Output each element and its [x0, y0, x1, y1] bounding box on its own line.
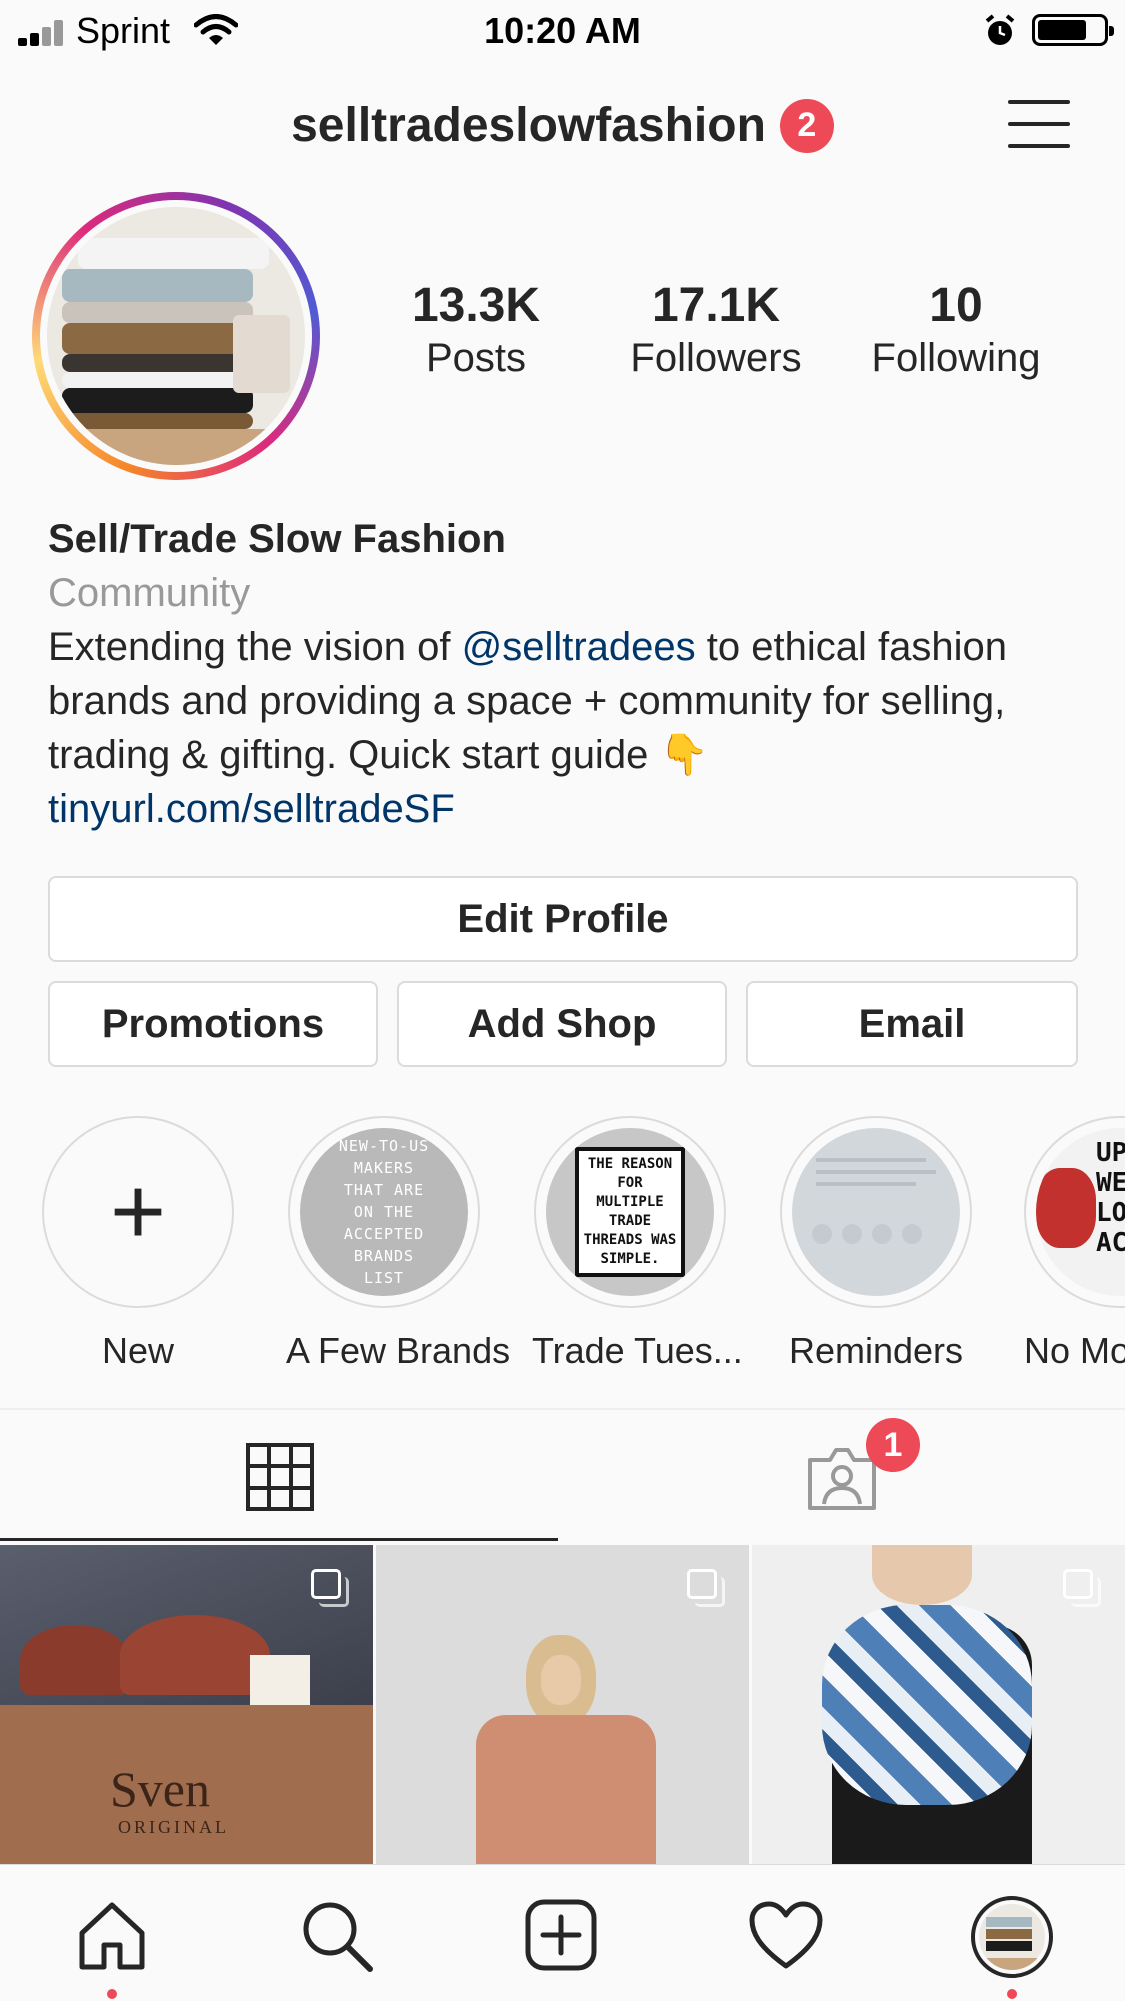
highlight-trade-tues[interactable]: THE REASON FOR MULTIPLE TRADE THREADS WA…: [532, 1116, 743, 1372]
home-activity-dot: [107, 1989, 117, 1999]
add-post-icon: [525, 1899, 597, 1971]
promotions-button[interactable]: Promotions: [48, 981, 378, 1067]
username-title[interactable]: selltradeslowfashion: [291, 98, 766, 153]
display-name: Sell/Trade Slow Fashion: [48, 517, 506, 561]
nav-activity[interactable]: [746, 1895, 826, 1975]
battery-icon: [1032, 14, 1114, 46]
status-bar: Sprint 10:20 AM: [0, 0, 1125, 60]
bottom-navigation: [0, 1864, 1125, 2001]
multiple-photos-icon: [687, 1569, 727, 1609]
nav-profile[interactable]: [970, 1895, 1054, 1979]
nav-home[interactable]: [72, 1895, 152, 1975]
grid-icon: [246, 1443, 314, 1511]
profile-avatar-small: [971, 1896, 1053, 1978]
mention-link[interactable]: @selltradees: [462, 625, 696, 669]
followers-label: Followers: [630, 335, 802, 380]
edit-profile-button[interactable]: Edit Profile: [48, 876, 1078, 962]
email-button[interactable]: Email: [746, 981, 1078, 1067]
post-thumb-subtext: ORIGINAL: [118, 1817, 229, 1837]
plus-icon: +: [109, 1158, 167, 1265]
highlight-thumb-text: UPD WE'R LONG ACCEP: [1096, 1138, 1125, 1258]
active-tab-indicator: [0, 1538, 558, 1541]
search-icon: [303, 1902, 373, 1972]
notification-badge[interactable]: 2: [779, 98, 834, 153]
nav-search[interactable]: [296, 1895, 376, 1975]
bio-website-link[interactable]: tinyurl.com/selltradeSF: [48, 782, 1088, 836]
highlight-reminders[interactable]: Reminders: [778, 1116, 974, 1372]
highlight-label: New: [101, 1330, 175, 1371]
tagged-notification-badge: 1: [866, 1418, 920, 1472]
bio-text: Extending the vision of @selltradees to …: [48, 620, 1088, 782]
highlight-label: Reminders: [788, 1330, 964, 1371]
highlight-thumbnail: UPD WE'R LONG ACCEP: [1036, 1128, 1125, 1296]
nav-create-post[interactable]: [521, 1895, 601, 1975]
avatar-image: [47, 207, 305, 465]
post-thumbnail[interactable]: [376, 1545, 749, 1865]
following-count: 10: [929, 279, 983, 332]
highlight-a-few-brands[interactable]: NEW-TO-US MAKERS THAT ARE ON THE ACCEPTE…: [286, 1116, 511, 1372]
profile-header: selltradeslowfashion 2: [0, 98, 1125, 153]
hamburger-menu-icon[interactable]: [1008, 98, 1070, 150]
profile-activity-dot: [1007, 1989, 1017, 1999]
tagged-photos-icon: [808, 1448, 876, 1510]
posts-count: 13.3K: [411, 279, 541, 332]
category-label: Community: [48, 571, 251, 615]
alarm-icon: [985, 14, 1015, 45]
post-thumb-text: Sven: [110, 1761, 210, 1817]
multiple-photos-icon: [1063, 1569, 1103, 1609]
clock-time: 10:20 AM: [484, 10, 641, 51]
highlight-label: No Mor: [1024, 1330, 1125, 1371]
stat-posts[interactable]: 13.3K Posts: [376, 279, 576, 383]
multiple-photos-icon: [311, 1569, 351, 1609]
profile-bio: Sell/Trade Slow Fashion Community Extend…: [48, 512, 1088, 836]
bio-text-start: Extending the vision of: [48, 625, 462, 669]
highlight-label: Trade Tues...: [532, 1330, 743, 1371]
highlight-new[interactable]: + New: [40, 1116, 236, 1372]
highlight-label: A Few Brands: [286, 1330, 511, 1371]
followers-count: 17.1K: [651, 279, 781, 332]
heart-icon: [749, 1901, 823, 1969]
posts-label: Posts: [425, 335, 527, 380]
stat-following[interactable]: 10 Following: [856, 279, 1056, 383]
post-thumbnail[interactable]: Sven ORIGINAL: [0, 1545, 373, 1865]
highlight-thumbnail: [792, 1128, 960, 1296]
highlight-thumbnail: THE REASON FOR MULTIPLE TRADE THREADS WA…: [546, 1128, 714, 1296]
highlight-thumbnail: NEW-TO-US MAKERS THAT ARE ON THE ACCEPTE…: [300, 1128, 468, 1296]
profile-avatar[interactable]: [32, 192, 320, 480]
home-icon: [79, 1902, 145, 1970]
following-label: Following: [871, 335, 1041, 380]
stat-followers[interactable]: 17.1K Followers: [616, 279, 816, 383]
highlight-thumb-text: NEW-TO-US MAKERS THAT ARE ON THE ACCEPTE…: [338, 1137, 430, 1287]
highlight-no-more[interactable]: UPD WE'R LONG ACCEP No Mor: [1024, 1116, 1125, 1372]
add-shop-button[interactable]: Add Shop: [397, 981, 727, 1067]
highlight-thumb-text: THE REASON FOR MULTIPLE TRADE THREADS WA…: [575, 1147, 685, 1277]
post-thumbnail[interactable]: [752, 1545, 1125, 1865]
